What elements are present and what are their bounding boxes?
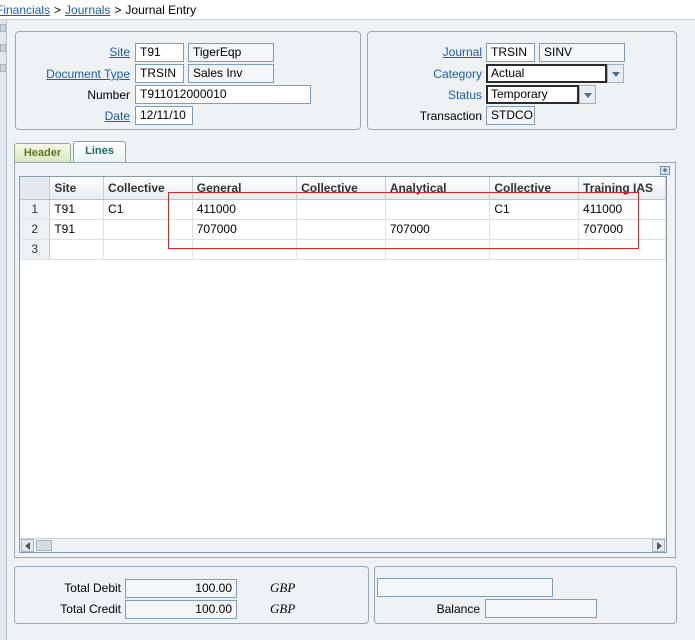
grid-cell[interactable] bbox=[192, 239, 298, 260]
site-name-field: TigerEqp bbox=[188, 43, 274, 62]
breadcrumb-separator: > bbox=[114, 3, 122, 17]
tab-header[interactable]: Header bbox=[14, 143, 71, 162]
document-type-label[interactable]: Document Type bbox=[20, 67, 130, 81]
total-debit-label: Total Debit bbox=[64, 581, 121, 595]
site-label[interactable]: Site bbox=[60, 45, 130, 59]
grid-cell[interactable] bbox=[385, 199, 491, 220]
grid-cell[interactable] bbox=[103, 219, 193, 240]
transaction-label: Transaction bbox=[419, 109, 482, 123]
breadcrumb-financials[interactable]: Financials bbox=[0, 3, 50, 17]
tab-lines[interactable]: Lines bbox=[73, 141, 126, 163]
sidebar-nib[interactable] bbox=[0, 44, 6, 52]
row-number[interactable]: 2 bbox=[20, 219, 51, 240]
grid-cell[interactable]: 707000 bbox=[192, 219, 298, 240]
column-header-analytical[interactable]: Analytical bbox=[385, 177, 491, 200]
sidebar-nib[interactable] bbox=[0, 24, 6, 32]
journal-label[interactable]: Journal bbox=[400, 45, 482, 59]
journal-name-field: SINV bbox=[539, 43, 625, 62]
breadcrumb-journals[interactable]: Journals bbox=[65, 3, 110, 17]
grid-cell[interactable]: 411000 bbox=[192, 199, 298, 220]
transaction-field: STDCO bbox=[486, 106, 535, 125]
grid-cell[interactable]: C1 bbox=[489, 199, 580, 220]
horizontal-scrollbar[interactable] bbox=[20, 538, 666, 552]
grid-cell[interactable]: C1 bbox=[103, 199, 193, 220]
table-row: 1 T91 C1 411000 C1 411000 bbox=[20, 199, 666, 220]
category-label: Category bbox=[433, 67, 482, 81]
balance-extra-field bbox=[377, 578, 553, 597]
grid-cell[interactable] bbox=[49, 239, 105, 260]
grid-cell[interactable] bbox=[578, 239, 666, 260]
total-debit-currency: GBP bbox=[270, 580, 296, 595]
date-field[interactable]: 12/11/10 bbox=[135, 106, 193, 125]
column-header-collective[interactable]: Collective bbox=[103, 177, 193, 200]
row-number[interactable]: 3 bbox=[20, 239, 51, 260]
grid-cell[interactable] bbox=[489, 239, 580, 260]
grid-cell[interactable]: 707000 bbox=[578, 219, 666, 240]
column-header-site[interactable]: Site bbox=[49, 177, 105, 200]
balance-field bbox=[485, 599, 597, 618]
scroll-left-icon[interactable] bbox=[21, 539, 34, 552]
grid-cell[interactable] bbox=[296, 219, 386, 240]
document-type-code-field[interactable]: TRSIN bbox=[135, 64, 184, 83]
date-label[interactable]: Date bbox=[60, 109, 130, 123]
total-credit-field: 100.00 bbox=[125, 600, 237, 619]
grid-cell[interactable] bbox=[296, 199, 386, 220]
column-header-general[interactable]: General bbox=[192, 177, 298, 200]
site-code-field[interactable]: T91 bbox=[135, 43, 184, 62]
document-type-name-field: Sales Inv bbox=[188, 64, 274, 83]
total-debit-field: 100.00 bbox=[125, 579, 237, 598]
category-select[interactable]: Actual bbox=[486, 64, 607, 83]
grid-header-row: Site Collective General Collective Analy… bbox=[20, 177, 666, 200]
scroll-thumb[interactable] bbox=[36, 540, 52, 551]
sidebar-nib[interactable] bbox=[0, 64, 6, 72]
breadcrumb-separator: > bbox=[54, 3, 62, 17]
grid-cell[interactable]: T91 bbox=[49, 219, 105, 240]
balance-label: Balance bbox=[436, 602, 480, 616]
total-credit-currency: GBP bbox=[270, 601, 296, 616]
scroll-right-icon[interactable] bbox=[652, 539, 665, 552]
table-row: 3 bbox=[20, 239, 666, 260]
journal-code-field[interactable]: TRSIN bbox=[486, 43, 535, 62]
grid-cell[interactable] bbox=[489, 219, 580, 240]
column-header-training-ias[interactable]: Training IAS bbox=[578, 177, 666, 200]
grid-cell[interactable] bbox=[385, 239, 491, 260]
status-dropdown-icon[interactable] bbox=[579, 85, 596, 104]
lines-grid: Site Collective General Collective Analy… bbox=[19, 176, 667, 553]
number-field[interactable]: T911012000010 bbox=[135, 85, 311, 104]
column-header-collective[interactable]: Collective bbox=[296, 177, 386, 200]
grid-cell[interactable] bbox=[296, 239, 386, 260]
status-label: Status bbox=[447, 88, 482, 102]
row-number-header bbox=[20, 177, 51, 200]
expand-icon[interactable]: + bbox=[660, 166, 670, 175]
number-label: Number bbox=[87, 88, 130, 102]
total-credit-label: Total Credit bbox=[60, 602, 121, 616]
column-header-collective[interactable]: Collective bbox=[489, 177, 580, 200]
category-dropdown-icon[interactable] bbox=[607, 64, 624, 83]
left-sidebar-strip bbox=[0, 20, 7, 640]
grid-cell[interactable]: 411000 bbox=[578, 199, 666, 220]
grid-cell[interactable] bbox=[103, 239, 193, 260]
breadcrumb-current: Journal Entry bbox=[125, 3, 197, 17]
table-row: 2 T91 707000 707000 707000 bbox=[20, 219, 666, 240]
breadcrumb: Financials > Journals > Journal Entry bbox=[0, 0, 695, 20]
status-select[interactable]: Temporary bbox=[486, 85, 579, 104]
grid-cell[interactable]: 707000 bbox=[385, 219, 491, 240]
grid-cell[interactable]: T91 bbox=[49, 199, 105, 220]
row-number[interactable]: 1 bbox=[20, 199, 51, 220]
